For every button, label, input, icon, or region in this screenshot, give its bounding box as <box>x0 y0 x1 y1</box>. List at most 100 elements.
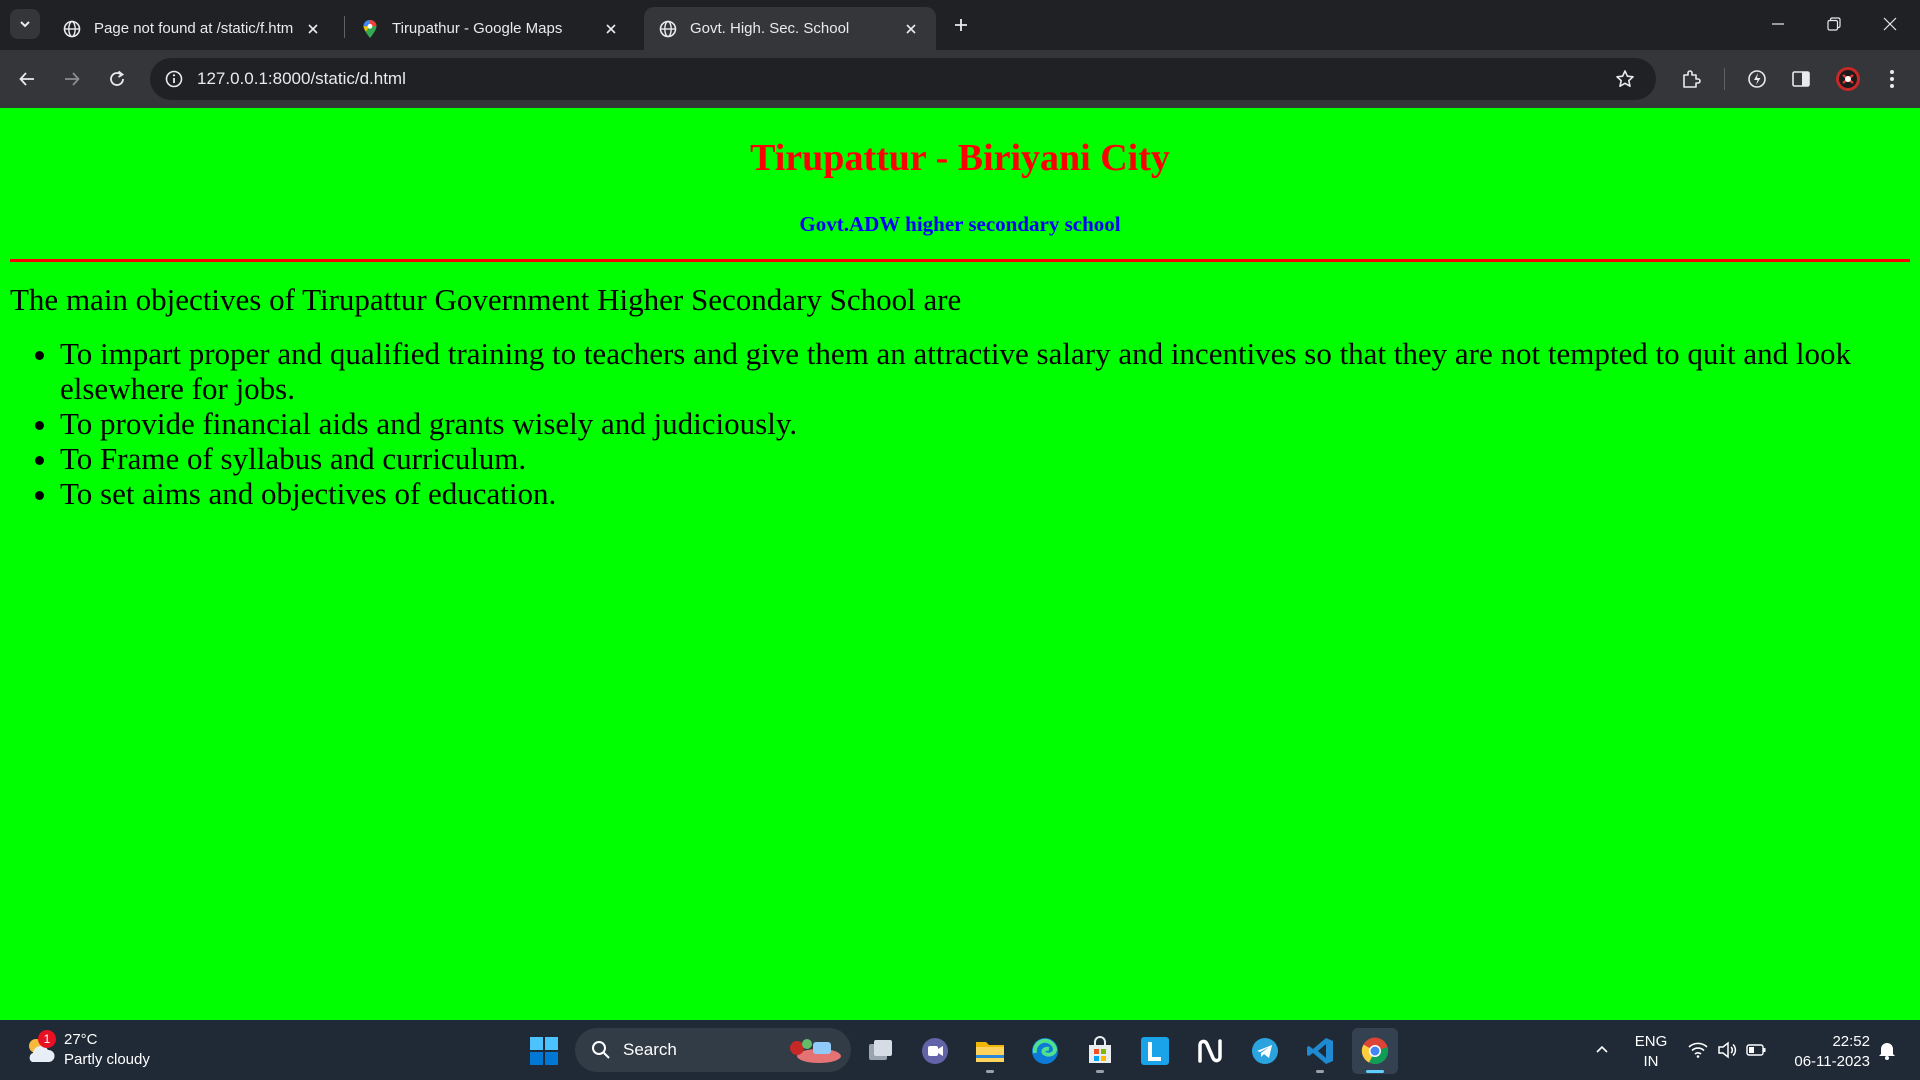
chevron-down-icon <box>20 21 30 28</box>
tab-strip: Page not found at /static/f.htm Tirupath… <box>0 0 1920 50</box>
close-icon <box>1883 17 1897 31</box>
clock-date: 06-11-2023 <box>1794 1053 1870 1070</box>
restore-button[interactable] <box>1806 0 1862 48</box>
tab-separator <box>344 16 345 38</box>
minimize-button[interactable] <box>1750 0 1806 48</box>
taskbar-edge[interactable] <box>1022 1028 1068 1074</box>
address-bar[interactable]: 127.0.0.1:8000/static/d.html <box>150 58 1656 100</box>
show-hidden-icons-button[interactable] <box>1588 1020 1616 1080</box>
close-icon[interactable] <box>900 18 922 40</box>
chevron-up-icon <box>1596 1045 1608 1053</box>
back-button[interactable] <box>11 63 43 95</box>
extensions-button[interactable] <box>1675 63 1707 95</box>
new-tab-button[interactable] <box>946 10 976 40</box>
speed-icon <box>1748 70 1766 88</box>
running-indicator <box>1366 1070 1384 1073</box>
wifi-status[interactable] <box>1684 1020 1712 1080</box>
file-explorer-icon <box>976 1042 1004 1062</box>
horizontal-rule <box>10 259 1910 262</box>
tab-google-maps[interactable]: Tirupathur - Google Maps <box>346 7 636 50</box>
taskbar-file-explorer[interactable] <box>967 1028 1013 1074</box>
volume-status[interactable] <box>1713 1020 1741 1080</box>
page-subheading: Govt.ADW higher secondary school <box>799 212 1121 236</box>
language-indicator[interactable]: ENG IN <box>1628 1032 1674 1072</box>
weather-condition: Partly cloudy <box>64 1051 150 1068</box>
system-clock[interactable]: 22:52 06-11-2023 <box>1780 1032 1870 1072</box>
wifi-icon <box>1688 1042 1708 1058</box>
taskbar-l-app[interactable] <box>1132 1028 1178 1074</box>
taskbar-n-app[interactable] <box>1187 1028 1233 1074</box>
web-page: Tirupattur - Biriyani City Govt.ADW high… <box>0 108 1920 1020</box>
toolbar-divider <box>1724 68 1725 90</box>
search-icon <box>589 1038 613 1062</box>
plus-icon <box>955 19 967 31</box>
windows-logo-icon <box>530 1037 558 1065</box>
taskbar-chrome[interactable] <box>1352 1028 1398 1074</box>
close-icon[interactable] <box>302 18 324 40</box>
taskbar-task-view[interactable] <box>858 1028 904 1074</box>
arrow-right-icon <box>65 72 80 86</box>
microsoft-store-icon <box>1089 1036 1111 1063</box>
weather-temperature: 27°C <box>64 1031 98 1048</box>
running-indicator <box>986 1070 994 1073</box>
info-icon[interactable] <box>160 65 188 93</box>
windows-taskbar: 1 27°C Partly cloudy Search ENG IN 22:52… <box>0 1020 1920 1080</box>
bell-icon <box>1879 1043 1895 1060</box>
intro-paragraph: The main objectives of Tirupattur Govern… <box>10 282 962 317</box>
globe-icon <box>62 19 82 39</box>
more-vert-icon <box>1890 70 1894 88</box>
running-indicator <box>1096 1070 1104 1073</box>
objectives-list: To impart proper and qualified training … <box>60 336 1880 511</box>
weather-widget[interactable]: 1 27°C Partly cloudy <box>22 1028 150 1072</box>
close-window-button[interactable] <box>1862 0 1918 48</box>
list-item: To provide financial aids and grants wis… <box>60 406 1880 441</box>
speaker-icon <box>1718 1041 1737 1059</box>
tab-search-button[interactable] <box>10 9 40 39</box>
battery-icon <box>1746 1044 1766 1056</box>
vscode-icon <box>1307 1038 1333 1064</box>
region-code: IN <box>1643 1053 1659 1070</box>
tab-title: Tirupathur - Google Maps <box>392 20 563 37</box>
restore-icon <box>1827 17 1841 31</box>
battery-status[interactable] <box>1742 1020 1770 1080</box>
page-heading: Tirupattur - Biriyani City <box>750 137 1170 179</box>
taskbar-search[interactable]: Search <box>575 1028 851 1072</box>
avatar-icon <box>1836 67 1860 91</box>
close-icon[interactable] <box>600 18 622 40</box>
reload-icon <box>110 70 125 86</box>
performance-button[interactable] <box>1741 63 1773 95</box>
tab-title: Page not found at /static/f.htm <box>94 20 294 37</box>
arrow-left-icon <box>19 72 34 86</box>
forward-button[interactable] <box>56 63 88 95</box>
puzzle-icon <box>1683 70 1701 88</box>
tab-title: Govt. High. Sec. School <box>690 20 850 37</box>
reload-button[interactable] <box>101 63 133 95</box>
tab-page-not-found[interactable]: Page not found at /static/f.htm <box>48 7 338 50</box>
tab-govt-school[interactable]: Govt. High. Sec. School <box>644 7 936 50</box>
side-panel-button[interactable] <box>1785 63 1817 95</box>
telegram-icon <box>1252 1038 1278 1064</box>
task-view-icon <box>869 1040 892 1060</box>
notifications-button[interactable] <box>1873 1020 1901 1080</box>
start-button[interactable] <box>525 1032 563 1070</box>
taskbar-meet[interactable] <box>912 1028 958 1074</box>
l-app-icon <box>1141 1037 1169 1065</box>
list-item: To Frame of syllabus and curriculum. <box>60 441 1880 476</box>
edge-icon <box>1032 1038 1058 1064</box>
chrome-menu-button[interactable] <box>1876 63 1908 95</box>
profile-avatar[interactable] <box>1832 63 1864 95</box>
list-item: To impart proper and qualified training … <box>60 336 1880 406</box>
side-panel-icon <box>1792 71 1810 87</box>
url-text[interactable]: 127.0.0.1:8000/static/d.html <box>197 69 406 89</box>
meet-icon <box>922 1038 948 1064</box>
taskbar-telegram[interactable] <box>1242 1028 1288 1074</box>
bookmark-star-icon[interactable] <box>1612 66 1638 92</box>
search-highlight-icon <box>790 1039 841 1063</box>
partly-cloudy-icon: 1 <box>22 1030 58 1068</box>
taskbar-store[interactable] <box>1077 1028 1123 1074</box>
maps-pin-icon <box>360 19 380 39</box>
taskbar-vscode[interactable] <box>1297 1028 1343 1074</box>
list-item: To set aims and objectives of education. <box>60 476 1880 511</box>
notification-badge: 1 <box>38 1030 56 1048</box>
language-code: ENG <box>1634 1033 1668 1050</box>
